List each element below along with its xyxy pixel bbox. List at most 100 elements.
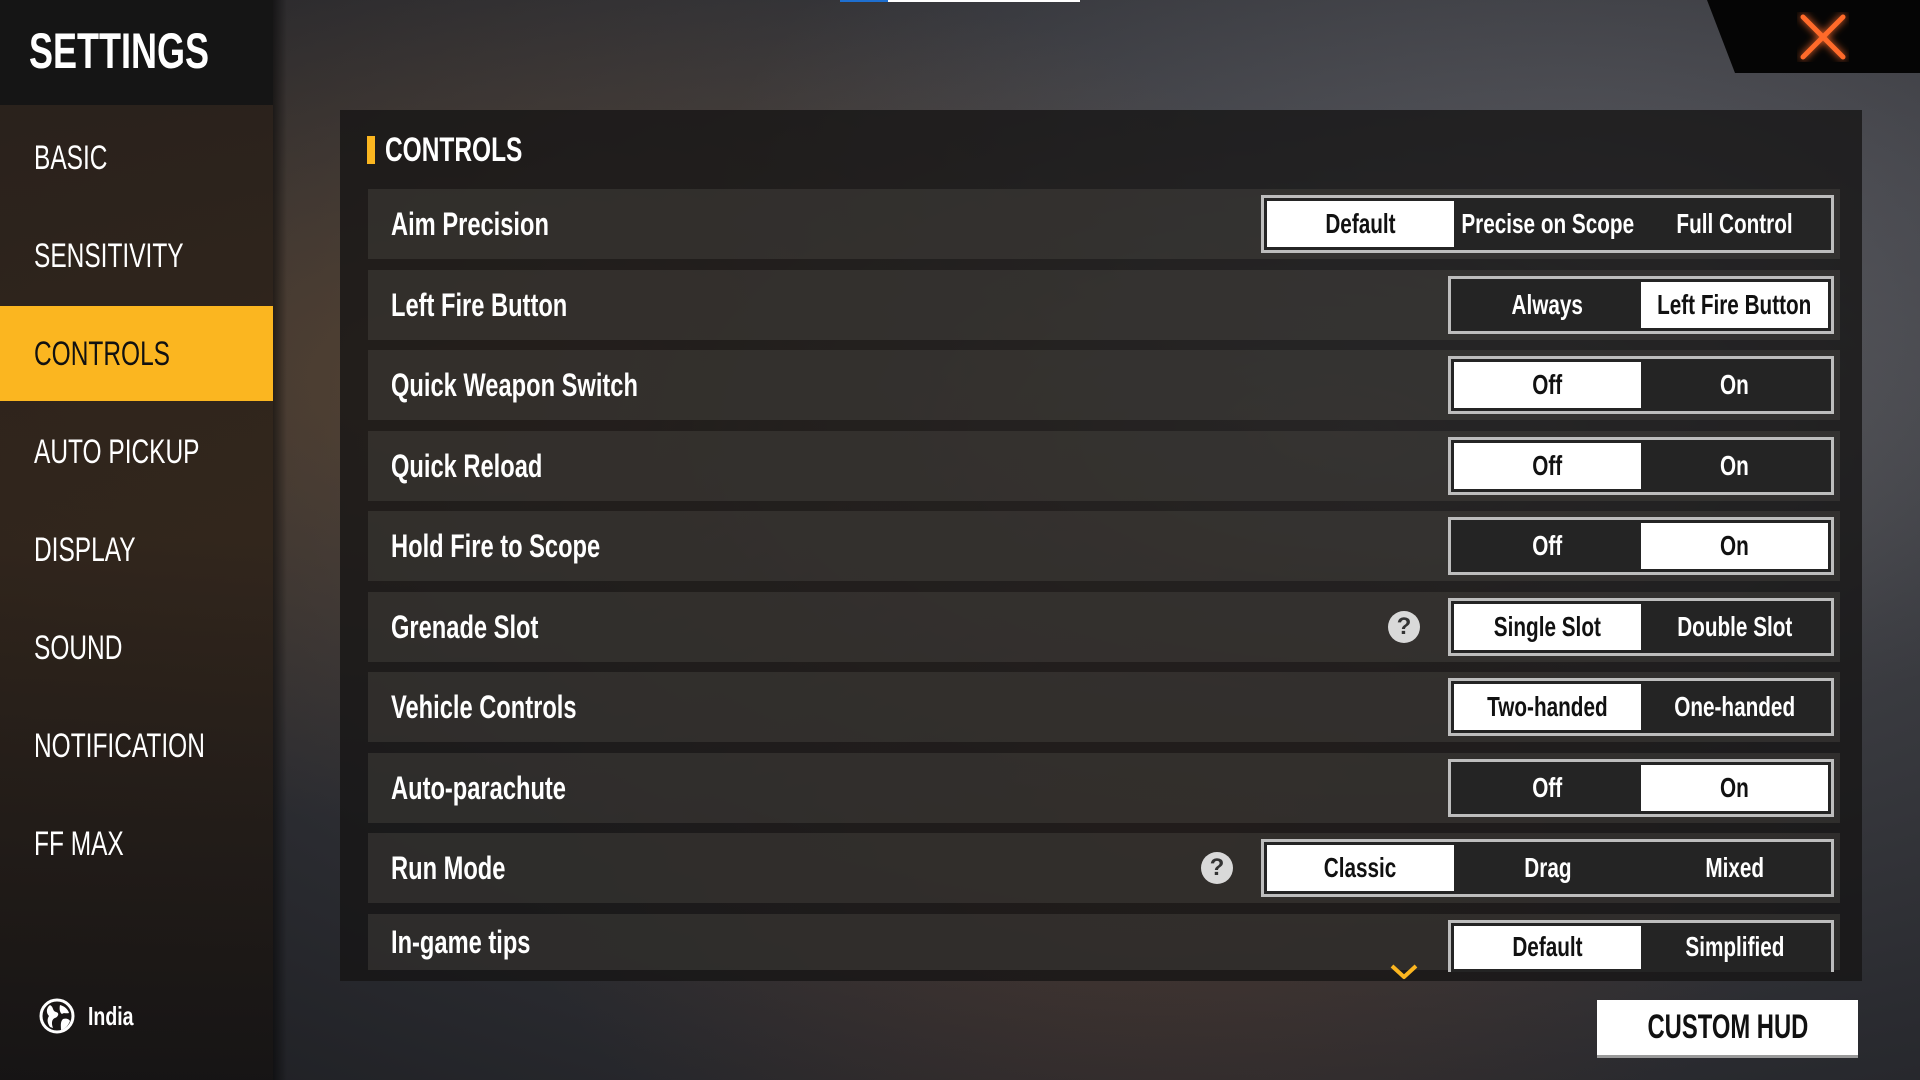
option-label: One-handed [1674, 691, 1795, 722]
controls-panel: CONTROLS Aim Precision Default Precise on … [340, 110, 1862, 981]
option-always[interactable]: Always [1454, 282, 1641, 328]
sidebar-item-label: CONTROLS [34, 334, 171, 373]
option-simplified[interactable]: Simplified [1641, 926, 1828, 969]
segmented-control-quick-weapon-switch: Off On [1448, 356, 1834, 414]
option-mixed[interactable]: Mixed [1641, 845, 1828, 891]
page-title: SETTINGS [29, 23, 210, 79]
section-title-text: CONTROLS [385, 130, 523, 169]
option-label: Left Fire Button [1657, 288, 1812, 320]
globe-icon [39, 998, 75, 1034]
option-single-slot[interactable]: Single Slot [1454, 603, 1641, 650]
setting-row-vehicle-controls: Vehicle Controls Two-handed One-handed [368, 672, 1840, 742]
option-drag[interactable]: Drag [1454, 845, 1641, 891]
setting-label: Aim Precision [391, 206, 549, 242]
setting-row-quick-weapon-switch: Quick Weapon Switch Off On [368, 350, 1840, 420]
option-full-control[interactable]: Full Control [1641, 201, 1828, 247]
sidebar-item-sound[interactable]: SOUND [0, 600, 273, 695]
option-label: Full Control [1676, 208, 1793, 239]
sidebar-shadow [273, 0, 287, 1080]
sidebar-item-ff-max[interactable]: FF MAX [0, 796, 273, 891]
option-label: Off [1532, 530, 1563, 561]
option-on[interactable]: On [1641, 443, 1828, 489]
option-one-handed[interactable]: One-handed [1641, 684, 1828, 730]
sidebar-item-auto-pickup[interactable]: AUTO PICKUP [0, 404, 273, 499]
sidebar: SETTINGS BASIC SENSITIVITY CONTROLS AUTO PI… [0, 0, 273, 1080]
option-double-slot[interactable]: Double Slot [1641, 604, 1828, 650]
option-precise-on-scope[interactable]: Precise on Scope [1454, 201, 1641, 247]
top-loading-bar-fill [840, 0, 888, 2]
option-label: On [1720, 771, 1749, 803]
setting-row-run-mode: Run Mode Classic Drag Mixed? [368, 833, 1840, 903]
option-label: Drag [1523, 852, 1572, 883]
option-label: Off [1532, 369, 1563, 400]
setting-label: In-game tips [391, 923, 531, 960]
custom-hud-button[interactable]: CUSTOM HUD [1597, 1000, 1858, 1058]
sidebar-item-label: NOTIFICATION [34, 726, 205, 765]
option-label: Always [1511, 288, 1584, 320]
sidebar-item-label: SOUND [34, 628, 123, 667]
option-label: Mixed [1705, 852, 1764, 883]
custom-hud-label: CUSTOM HUD [1647, 1008, 1808, 1046]
option-off[interactable]: Off [1454, 523, 1641, 569]
setting-label: Quick Reload [391, 447, 543, 484]
section-accent-bar [367, 136, 375, 164]
segmented-control-vehicle-controls: Two-handed One-handed [1448, 678, 1834, 736]
option-on[interactable]: On [1641, 764, 1828, 811]
option-label: Classic [1324, 852, 1397, 883]
option-left-fire-button[interactable]: Left Fire Button [1641, 281, 1828, 328]
segmented-control-aim-precision: Default Precise on Scope Full Control [1261, 195, 1834, 253]
setting-row-in-game-tips: In-game tips Default Simplified [368, 913, 1840, 972]
sidebar-item-controls[interactable]: CONTROLS [0, 306, 273, 401]
option-label: Off [1532, 449, 1563, 481]
sidebar-item-label: SENSITIVITY [34, 236, 184, 275]
option-label: Two-handed [1487, 691, 1608, 722]
option-classic[interactable]: Classic [1267, 845, 1454, 891]
setting-row-grenade-slot: Grenade Slot Single Slot Double Slot? [368, 591, 1840, 662]
segmented-control-hold-fire-to-scope: Off On [1448, 517, 1834, 575]
option-label: Default [1325, 208, 1396, 239]
sidebar-item-sensitivity[interactable]: SENSITIVITY [0, 208, 273, 303]
option-two-handed[interactable]: Two-handed [1454, 684, 1641, 730]
option-default[interactable]: Default [1454, 925, 1641, 969]
setting-row-quick-reload: Quick Reload Off On [368, 430, 1840, 501]
sidebar-item-display[interactable]: DISPLAY [0, 502, 273, 597]
help-icon[interactable]: ? [1388, 610, 1420, 643]
sidebar-item-label: DISPLAY [34, 530, 136, 569]
segmented-control-auto-parachute: Off On [1448, 758, 1834, 817]
option-off[interactable]: Off [1454, 442, 1641, 489]
option-label: On [1720, 369, 1749, 400]
option-off[interactable]: Off [1454, 362, 1641, 408]
option-default[interactable]: Default [1267, 201, 1454, 247]
option-label: Single Slot [1493, 610, 1602, 642]
setting-label: Quick Weapon Switch [391, 367, 638, 403]
close-icon [1800, 14, 1846, 60]
section-title: CONTROLS [367, 130, 576, 170]
setting-label: Auto-parachute [391, 769, 566, 806]
setting-label: Run Mode [391, 850, 506, 886]
setting-row-hold-fire-to-scope: Hold Fire to Scope Off On [368, 511, 1840, 581]
chevron-down-icon[interactable] [1389, 963, 1419, 981]
option-label: On [1720, 449, 1749, 481]
segmented-control-run-mode: Classic Drag Mixed [1261, 839, 1834, 897]
option-label: Default [1512, 931, 1583, 962]
setting-label: Hold Fire to Scope [391, 528, 601, 564]
settings-header: SETTINGS [0, 0, 273, 105]
close-button[interactable] [1707, 0, 1920, 73]
setting-label: Left Fire Button [391, 286, 568, 323]
segmented-control-quick-reload: Off On [1448, 436, 1834, 495]
sidebar-item-label: BASIC [34, 138, 108, 177]
top-loading-bar [840, 0, 1080, 2]
sidebar-item-notification[interactable]: NOTIFICATION [0, 698, 273, 793]
region-selector[interactable]: India [38, 996, 149, 1036]
segmented-control-left-fire-button: Always Left Fire Button [1448, 275, 1834, 334]
help-icon[interactable]: ? [1201, 852, 1233, 884]
option-off[interactable]: Off [1454, 765, 1641, 811]
option-label: Double Slot [1676, 610, 1793, 642]
option-on[interactable]: On [1641, 523, 1828, 569]
option-on[interactable]: On [1641, 362, 1828, 408]
sidebar-item-basic[interactable]: BASIC [0, 110, 273, 205]
option-label: Off [1532, 771, 1563, 803]
segmented-control-in-game-tips: Default Simplified [1448, 919, 1834, 972]
option-label: Precise on Scope [1461, 208, 1634, 239]
setting-row-aim-precision: Aim Precision Default Precise on Scope Full… [368, 189, 1840, 259]
